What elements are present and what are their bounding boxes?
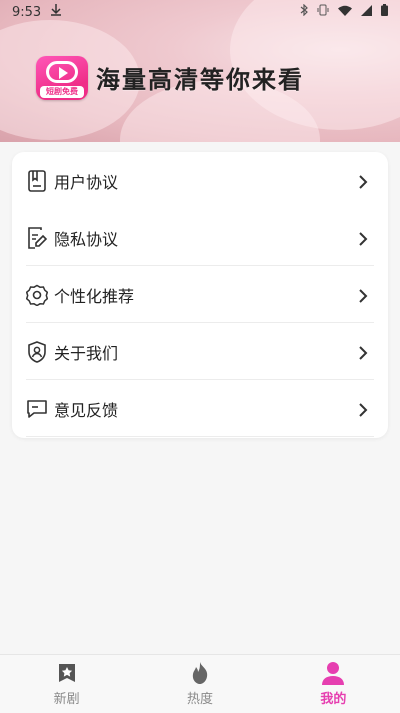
chevron-right-icon [358,345,368,360]
document-icon [26,169,48,192]
tab-new-dramas[interactable]: 新剧 [0,655,133,713]
menu-item-label: 意见反馈 [54,400,119,420]
play-icon [46,61,78,83]
menu-item-label: 隐私协议 [54,229,119,249]
chat-icon [26,398,48,420]
status-bar: 9:53 [0,0,400,24]
menu-item-about-us[interactable]: 关于我们 [12,323,388,380]
chevron-right-icon [358,174,368,189]
menu-item-feedback[interactable]: 意见反馈 [12,380,388,437]
nav-label: 新剧 [53,692,80,707]
header-slogan: 海量高清等你来看 [96,66,304,94]
wifi-icon [338,5,352,20]
shield-user-icon [26,340,48,363]
tab-trending[interactable]: 热度 [133,655,266,713]
menu-item-personalized-recommendation[interactable]: 个性化推荐 [12,266,388,323]
signal-icon [361,4,372,20]
vibrate-icon [317,4,329,20]
bluetooth-icon [300,3,308,20]
menu-item-label: 用户协议 [54,172,119,192]
gear-icon [26,284,48,306]
menu-item-label: 个性化推荐 [54,286,135,306]
status-time: 9:53 [12,4,42,20]
nav-label: 我的 [320,692,347,707]
star-bookmark-icon [55,661,79,685]
menu-item-label: 关于我们 [54,343,119,363]
download-icon [51,4,62,20]
chevron-right-icon [358,231,368,246]
bottom-nav: 新剧 热度 我的 [0,654,400,713]
person-icon [321,661,345,685]
menu-item-privacy-policy[interactable]: 隐私协议 [12,209,388,266]
logo-text: 短剧免费 [40,86,84,98]
divider [26,436,374,437]
edit-document-icon [26,226,48,249]
menu-item-user-agreement[interactable]: 用户协议 [12,152,388,209]
tab-mine[interactable]: 我的 [267,655,400,713]
flame-icon [188,661,212,685]
battery-icon [381,4,388,20]
chevron-right-icon [358,288,368,303]
chevron-right-icon [358,402,368,417]
app-logo: 短剧免费 [36,56,88,100]
nav-label: 热度 [186,692,213,707]
menu-card: 用户协议 隐私协议 个性化推荐 关于我们 意见反馈 [12,152,388,438]
